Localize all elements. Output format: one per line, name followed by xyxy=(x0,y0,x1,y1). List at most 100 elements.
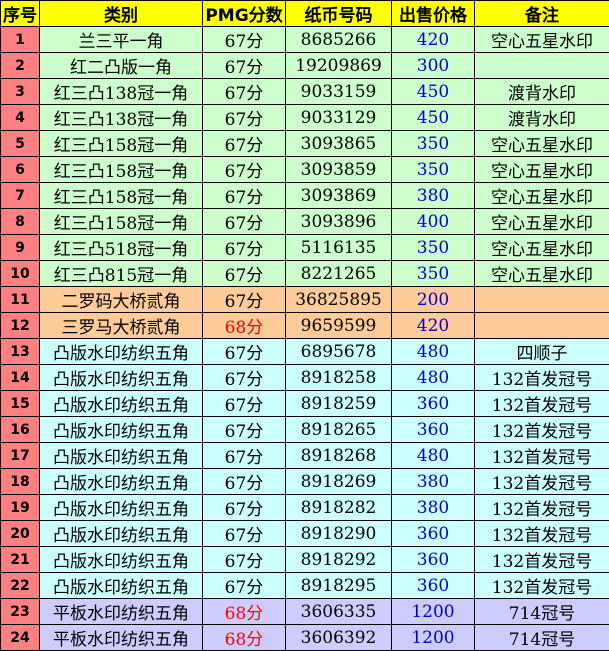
row-note: 132首发冠号 xyxy=(475,391,609,417)
row-note: 132首发冠号 xyxy=(475,547,609,573)
row-pmg-score: 67分 xyxy=(203,521,286,547)
table-row: 17凸版水印纺织五角67分8918268480132首发冠号 xyxy=(1,443,609,469)
row-category: 兰三平一角 xyxy=(40,27,203,53)
row-pmg-score: 67分 xyxy=(203,391,286,417)
table-row: 2红二凸版一角67分19209869300 xyxy=(1,53,609,79)
row-index: 15 xyxy=(1,391,40,417)
row-note: 渡背水印 xyxy=(475,79,609,105)
row-note: 渡背水印 xyxy=(475,105,609,131)
row-price: 360 xyxy=(392,391,475,417)
row-index: 10 xyxy=(1,261,40,287)
row-note: 132首发冠号 xyxy=(475,443,609,469)
row-index: 17 xyxy=(1,443,40,469)
table-row: 20凸版水印纺织五角67分8918290360132首发冠号 xyxy=(1,521,609,547)
row-note: 四顺子 xyxy=(475,339,609,365)
row-note: 714冠号 xyxy=(475,625,609,651)
row-pmg-score: 67分 xyxy=(203,79,286,105)
row-price: 360 xyxy=(392,521,475,547)
row-pmg-score: 67分 xyxy=(203,573,286,599)
row-pmg-score: 68分 xyxy=(203,625,286,651)
row-price: 380 xyxy=(392,495,475,521)
row-serial: 8918290 xyxy=(286,521,392,547)
table-row: 6红三凸158冠一角67分3093859350空心五星水印 xyxy=(1,157,609,183)
row-index: 9 xyxy=(1,235,40,261)
row-price: 450 xyxy=(392,105,475,131)
row-index: 24 xyxy=(1,625,40,651)
row-note: 空心五星水印 xyxy=(475,131,609,157)
row-index: 7 xyxy=(1,183,40,209)
table-row: 14凸版水印纺织五角67分8918258480132首发冠号 xyxy=(1,365,609,391)
row-index: 19 xyxy=(1,495,40,521)
row-index: 1 xyxy=(1,27,40,53)
row-price: 350 xyxy=(392,261,475,287)
row-pmg-score: 67分 xyxy=(203,27,286,53)
row-serial: 3093896 xyxy=(286,209,392,235)
row-category: 红三凸158冠一角 xyxy=(40,209,203,235)
table-row: 23平板水印纺织五角68分36063351200714冠号 xyxy=(1,599,609,625)
row-serial: 8918268 xyxy=(286,443,392,469)
table-row: 3红三凸138冠一角67分9033159450渡背水印 xyxy=(1,79,609,105)
row-price: 360 xyxy=(392,573,475,599)
row-category: 红三凸158冠一角 xyxy=(40,157,203,183)
row-serial: 8918295 xyxy=(286,573,392,599)
row-index: 8 xyxy=(1,209,40,235)
row-index: 14 xyxy=(1,365,40,391)
table-row: 8红三凸158冠一角67分3093896400空心五星水印 xyxy=(1,209,609,235)
row-note: 空心五星水印 xyxy=(475,235,609,261)
row-pmg-score: 67分 xyxy=(203,183,286,209)
row-index: 21 xyxy=(1,547,40,573)
row-serial: 8918259 xyxy=(286,391,392,417)
row-pmg-score: 67分 xyxy=(203,157,286,183)
row-pmg-score: 67分 xyxy=(203,365,286,391)
row-category: 三罗马大桥贰角 xyxy=(40,313,203,339)
row-category: 平板水印纺织五角 xyxy=(40,625,203,651)
row-category: 凸版水印纺织五角 xyxy=(40,443,203,469)
row-pmg-score: 67分 xyxy=(203,443,286,469)
row-category: 红三凸158冠一角 xyxy=(40,183,203,209)
row-category: 凸版水印纺织五角 xyxy=(40,573,203,599)
row-category: 凸版水印纺织五角 xyxy=(40,417,203,443)
row-category: 凸版水印纺织五角 xyxy=(40,365,203,391)
table-row: 15凸版水印纺织五角67分8918259360132首发冠号 xyxy=(1,391,609,417)
row-pmg-score: 67分 xyxy=(203,287,286,313)
table-row: 12三罗马大桥贰角68分9659599420 xyxy=(1,313,609,339)
row-pmg-score: 67分 xyxy=(203,105,286,131)
header-category: 类别 xyxy=(40,1,203,27)
row-note: 132首发冠号 xyxy=(475,495,609,521)
row-price: 350 xyxy=(392,235,475,261)
row-category: 红三凸158冠一角 xyxy=(40,131,203,157)
row-price: 400 xyxy=(392,209,475,235)
table-row: 1兰三平一角67分8685266420空心五星水印 xyxy=(1,27,609,53)
row-price: 450 xyxy=(392,79,475,105)
row-price: 200 xyxy=(392,287,475,313)
row-category: 凸版水印纺织五角 xyxy=(40,547,203,573)
row-note: 132首发冠号 xyxy=(475,469,609,495)
table-row: 16凸版水印纺织五角67分8918265360132首发冠号 xyxy=(1,417,609,443)
row-price: 1200 xyxy=(392,625,475,651)
row-note: 空心五星水印 xyxy=(475,209,609,235)
row-serial: 9033129 xyxy=(286,105,392,131)
row-price: 380 xyxy=(392,469,475,495)
row-index: 3 xyxy=(1,79,40,105)
row-note: 714冠号 xyxy=(475,599,609,625)
row-note xyxy=(475,53,609,79)
table-row: 5红三凸158冠一角67分3093865350空心五星水印 xyxy=(1,131,609,157)
row-note: 132首发冠号 xyxy=(475,417,609,443)
row-serial: 8685266 xyxy=(286,27,392,53)
row-serial: 9033159 xyxy=(286,79,392,105)
table-row: 18凸版水印纺织五角67分8918269380132首发冠号 xyxy=(1,469,609,495)
row-pmg-score: 67分 xyxy=(203,547,286,573)
header-price: 出售价格 xyxy=(392,1,475,27)
header-serial: 纸币号码 xyxy=(286,1,392,27)
row-price: 350 xyxy=(392,131,475,157)
row-index: 11 xyxy=(1,287,40,313)
row-note: 132首发冠号 xyxy=(475,365,609,391)
row-serial: 3093859 xyxy=(286,157,392,183)
table-row: 24平板水印纺织五角68分36063921200714冠号 xyxy=(1,625,609,651)
table-row: 4红三凸138冠一角67分9033129450渡背水印 xyxy=(1,105,609,131)
row-price: 360 xyxy=(392,417,475,443)
row-pmg-score: 67分 xyxy=(203,53,286,79)
table-row: 19凸版水印纺织五角67分8918282380132首发冠号 xyxy=(1,495,609,521)
table-row: 21凸版水印纺织五角67分8918292360132首发冠号 xyxy=(1,547,609,573)
row-note: 空心五星水印 xyxy=(475,27,609,53)
